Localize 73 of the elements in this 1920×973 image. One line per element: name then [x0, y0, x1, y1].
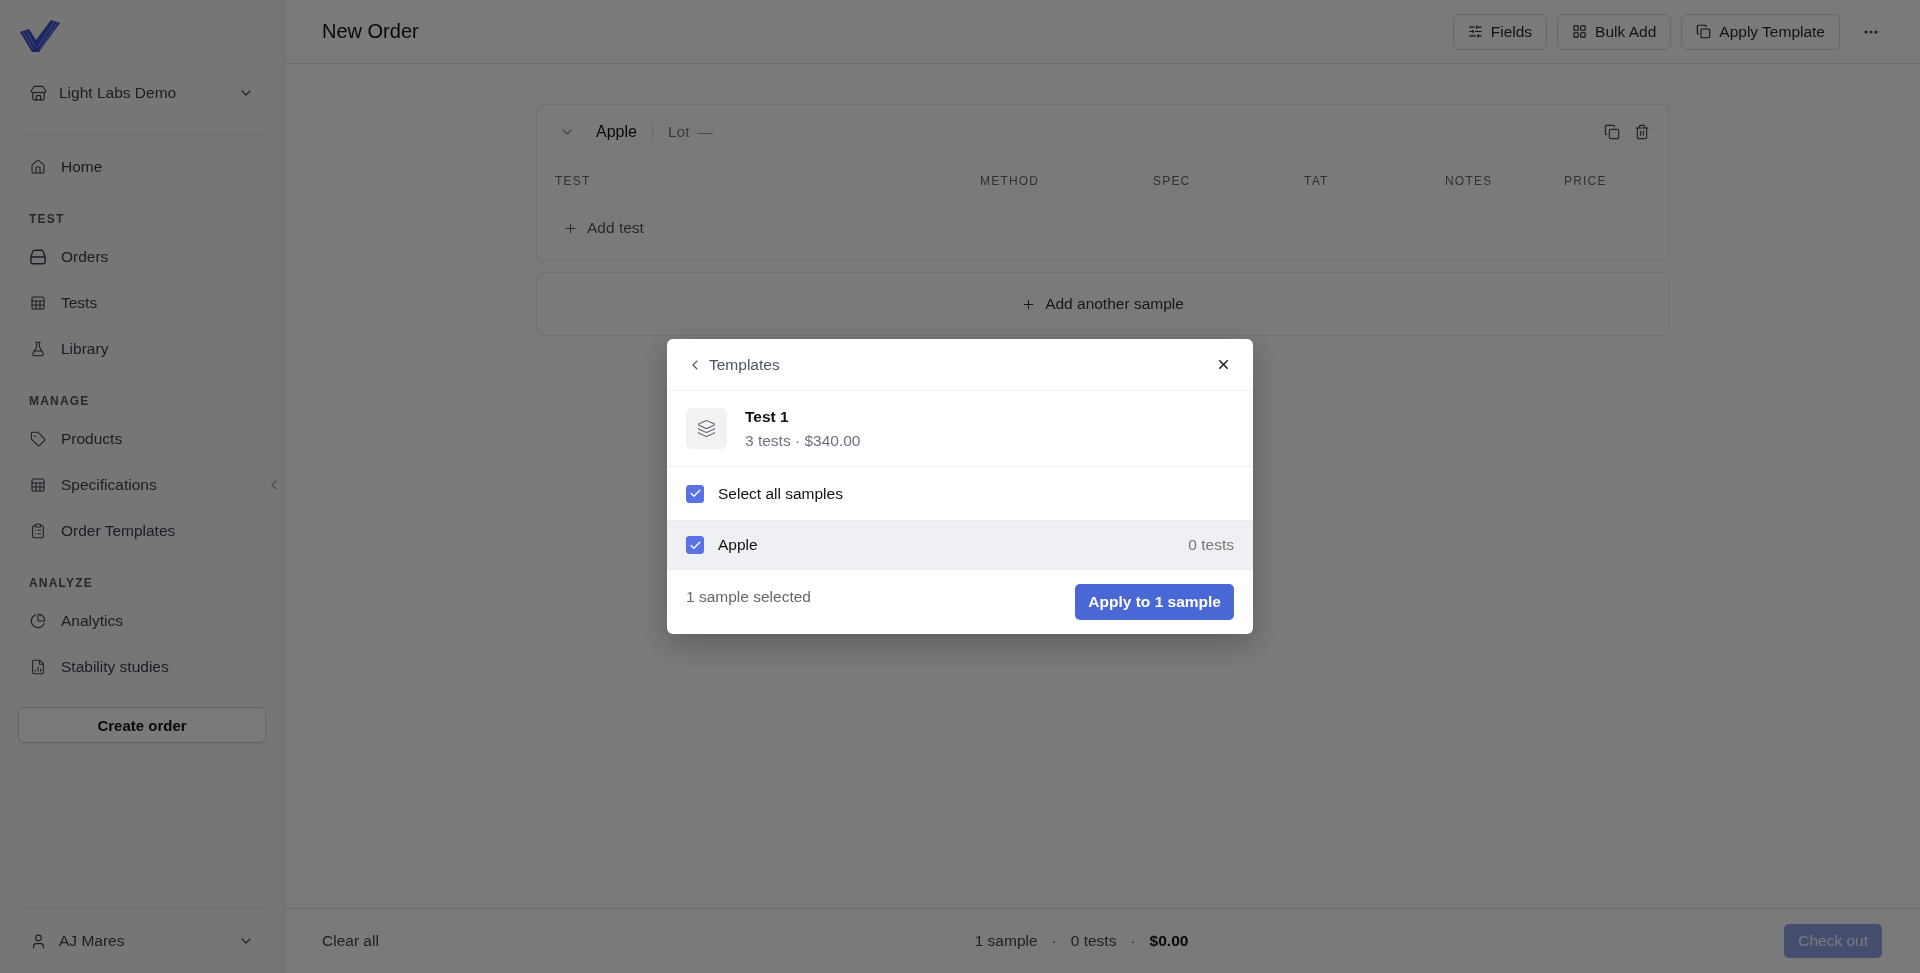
check-icon [688, 487, 702, 500]
sample-name: Apple [596, 123, 637, 141]
layers-icon [686, 408, 727, 449]
toolbar-button[interactable]: Bulk Add [1557, 13, 1672, 50]
sample-row[interactable]: Apple 0 tests [667, 520, 1253, 570]
trash-icon [1634, 124, 1650, 140]
sidebar-item[interactable]: Order Templates [18, 508, 266, 554]
more-icon [1864, 29, 1878, 34]
close-button[interactable] [1216, 357, 1231, 372]
toolbar-button[interactable]: Apply Template [1681, 13, 1840, 50]
user-menu[interactable]: AJ Mares [18, 921, 266, 961]
apply-button[interactable]: Apply to 1 sample [1075, 584, 1234, 620]
close-icon [1216, 357, 1231, 372]
summary-separator: · [1130, 932, 1136, 950]
lot-value: — [697, 123, 713, 141]
sliders-icon [1467, 24, 1483, 39]
toolbar-button[interactable]: Fields [1452, 13, 1548, 50]
clipboard-icon [30, 523, 46, 539]
home-icon [30, 159, 46, 175]
file-chart-icon [30, 659, 46, 675]
table-icon [30, 477, 46, 493]
order-total: $0.00 [1149, 932, 1189, 950]
sidebar-item[interactable]: Stability studies [18, 644, 266, 690]
store-icon [30, 84, 47, 102]
column-header: SPEC [1153, 174, 1191, 188]
copy-icon [1696, 24, 1712, 39]
summary-count: 0 tests [1070, 932, 1117, 950]
column-header: PRICE [1564, 174, 1607, 188]
page-title: New Order [322, 20, 419, 43]
workspace-selector[interactable]: Light Labs Demo [18, 73, 266, 113]
pie-chart-icon [30, 613, 46, 629]
summary-count: 1 sample [974, 932, 1038, 950]
test-count: 0 tests [1188, 536, 1234, 554]
flask-icon [30, 341, 46, 357]
section-label: TEST [28, 211, 65, 227]
logo-icon [20, 20, 60, 52]
section-label: ANALYZE [28, 575, 93, 591]
template-name: Test 1 [745, 406, 790, 427]
grid-icon [1572, 24, 1588, 39]
lot-label: Lot [667, 123, 690, 141]
tray-icon [30, 249, 46, 265]
column-header: NOTES [1445, 174, 1493, 188]
column-header: METHOD [980, 174, 1040, 188]
section-label: MANAGE [28, 393, 90, 409]
template-meta: 3 tests · $340.00 [745, 430, 861, 451]
plus-icon [1021, 296, 1037, 312]
sidebar-item[interactable]: Library [18, 326, 266, 372]
table-icon [30, 295, 46, 311]
column-header: TAT [1304, 174, 1329, 188]
checkbox-label: Select all samples [718, 484, 843, 503]
add-test-button[interactable]: Add test [557, 208, 650, 248]
sidebar-item[interactable]: Products [18, 416, 266, 462]
duplicate-sample-button[interactable] [1604, 124, 1620, 140]
clear-all-button[interactable]: Clear all [322, 932, 379, 950]
delete-sample-button[interactable] [1634, 124, 1650, 140]
sidebar-item[interactable]: Specifications [18, 462, 266, 508]
sidebar-item[interactable]: Orders [18, 234, 266, 280]
sidebar-item[interactable]: Home [18, 144, 266, 190]
tag-icon [30, 431, 46, 447]
back-button[interactable]: Templates [687, 355, 780, 374]
add-sample-button[interactable]: Add another sample [536, 272, 1669, 336]
column-header: TEST [555, 174, 591, 188]
summary-separator: · [1051, 932, 1057, 950]
copy-icon [1604, 124, 1620, 140]
plus-icon [563, 220, 578, 236]
create-order-button[interactable]: Create order [18, 707, 266, 743]
selection-status: 1 sample selected [686, 588, 811, 606]
checkbox[interactable] [686, 484, 704, 503]
sample-label: Apple [718, 536, 758, 554]
checkbox[interactable] [686, 536, 704, 554]
sidebar-item[interactable]: Tests [18, 280, 266, 326]
sidebar-item[interactable]: Analytics [18, 598, 266, 644]
user-icon [30, 932, 47, 950]
